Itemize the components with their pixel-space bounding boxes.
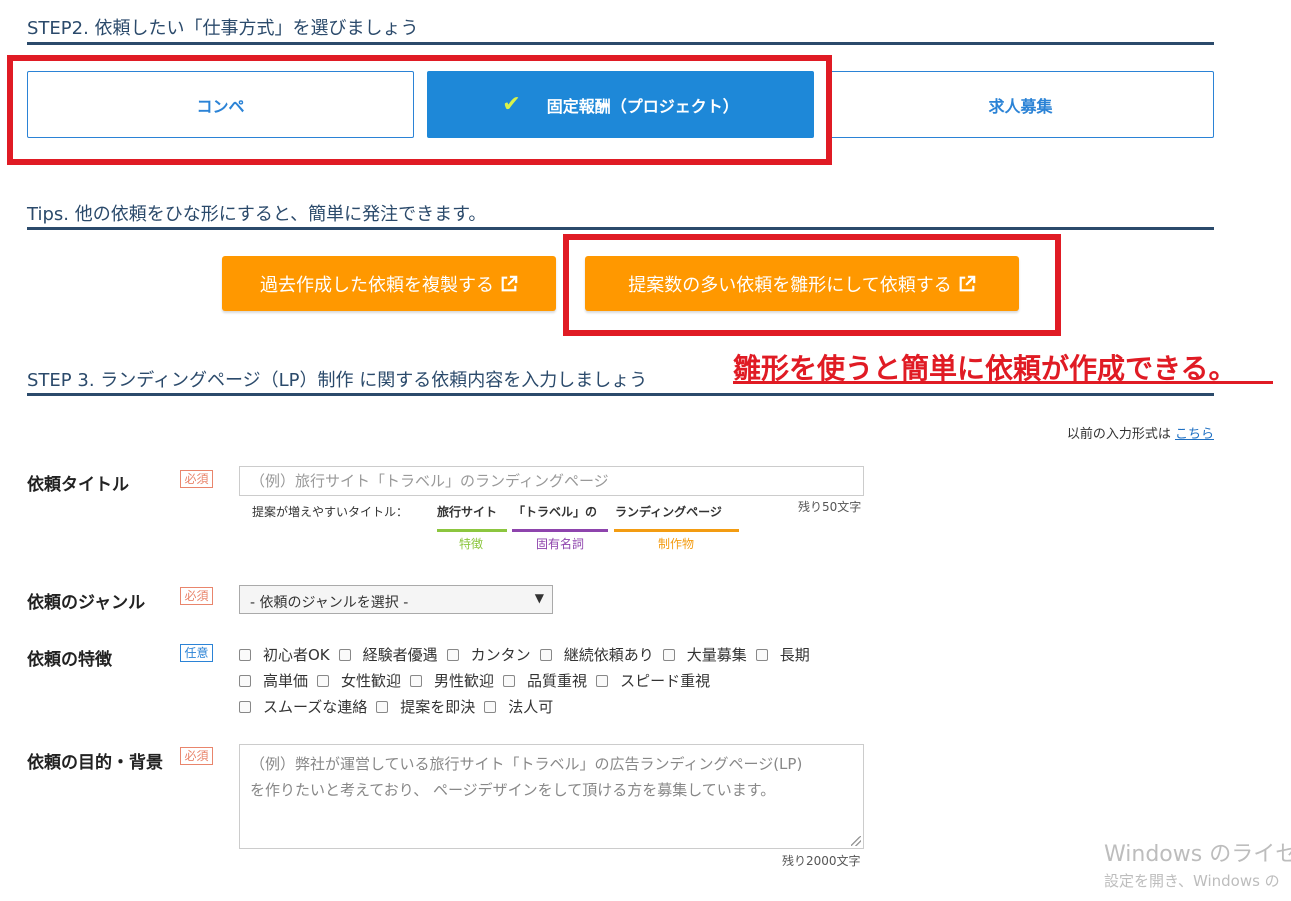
feature-checkbox-item[interactable]: 経験者優遇	[338, 644, 438, 665]
previous-format-link[interactable]: こちら	[1175, 427, 1214, 442]
optional-badge: 任意	[180, 644, 213, 662]
highlight-box-work-type	[7, 55, 832, 165]
purpose-textarea[interactable]: （例）弊社が運営している旅行サイト「トラベル」の広告ランディングページ(LP) …	[239, 744, 864, 849]
checkbox[interactable]	[484, 700, 497, 713]
checkbox[interactable]	[662, 648, 675, 661]
feature-checkbox-item[interactable]: 男性歓迎	[410, 670, 494, 691]
feature-label: 女性歓迎	[341, 672, 402, 690]
windows-watermark-line-1: Windows のライセ	[1104, 842, 1291, 867]
title-hint-lead: 提案が増えやすいタイトル：	[252, 505, 409, 519]
highlight-box-template	[563, 234, 1061, 336]
feature-checkbox-item[interactable]: 大量募集	[662, 644, 747, 665]
duplicate-past-request-button[interactable]: 過去作成した依頼を複製する	[222, 256, 556, 311]
checkbox[interactable]	[239, 700, 251, 713]
feature-checkbox-item[interactable]: 法人可	[484, 696, 553, 717]
features-row-3: スムーズな連絡 提案を即決 法人可	[239, 696, 562, 717]
windows-watermark-line-2: 設定を開き、Windows の	[1104, 872, 1280, 890]
hint-bar-product	[614, 529, 739, 532]
feature-label: スピード重視	[620, 672, 711, 690]
step2-divider	[27, 42, 1214, 45]
feature-label: 継続依頼あり	[563, 646, 654, 664]
option-recruit-button[interactable]: 求人募集	[827, 71, 1214, 138]
checkbox[interactable]	[410, 674, 423, 687]
feature-label: 初心者OK	[263, 646, 330, 664]
dropdown-arrow-icon: ▼	[534, 591, 544, 605]
step2-title: STEP2. 依頼したい「仕事方式」を選びましょう	[27, 18, 419, 39]
resize-handle-icon[interactable]	[851, 836, 861, 846]
hint-tag-product: 制作物	[658, 537, 695, 551]
feature-checkbox-item[interactable]: 品質重視	[503, 670, 587, 691]
feature-checkbox-item[interactable]: スピード重視	[596, 670, 710, 691]
feature-checkbox-item[interactable]: 提案を即決	[376, 696, 475, 717]
option-recruit-label: 求人募集	[988, 96, 1053, 116]
checkbox[interactable]	[239, 648, 251, 661]
checkbox[interactable]	[338, 648, 351, 661]
required-badge: 必須	[180, 470, 213, 488]
checkbox[interactable]	[539, 648, 552, 661]
checkbox[interactable]	[317, 674, 330, 687]
feature-label: 法人可	[508, 698, 554, 716]
genre-select[interactable]: - 依頼のジャンルを選択 - ▼	[239, 585, 553, 614]
step3-divider	[27, 393, 1214, 396]
feature-label: 長期	[779, 646, 810, 664]
purpose-char-counter: 残り2000文字	[782, 854, 861, 868]
features-row-1: 初心者OK 経験者優遇 カンタン 継続依頼あり 大量募集 長期	[239, 644, 819, 665]
genre-label: 依頼のジャンル	[27, 593, 146, 613]
required-badge: 必須	[180, 587, 213, 605]
purpose-label: 依頼の目的・背景	[27, 753, 163, 773]
feature-label: カンタン	[470, 646, 531, 664]
checkbox[interactable]	[755, 648, 768, 661]
title-char-counter: 残り50文字	[798, 500, 862, 514]
checkbox[interactable]	[376, 700, 389, 713]
tips-divider	[27, 227, 1214, 230]
hint-bar-proper-noun	[512, 529, 608, 532]
feature-checkbox-item[interactable]: スムーズな連絡	[239, 696, 367, 717]
feature-checkbox-item[interactable]: 初心者OK	[239, 644, 330, 665]
checkbox[interactable]	[596, 674, 609, 687]
feature-label: 提案を即決	[400, 698, 476, 716]
feature-label: スムーズな連絡	[263, 698, 368, 716]
annotation-underline	[733, 381, 1273, 384]
required-badge: 必須	[180, 747, 213, 765]
previous-format-note: 以前の入力形式は こちら	[1067, 423, 1214, 442]
request-title-label: 依頼タイトル	[27, 475, 129, 495]
previous-format-text: 以前の入力形式は	[1066, 427, 1171, 442]
external-link-icon	[501, 275, 518, 291]
feature-checkbox-item[interactable]: カンタン	[446, 644, 531, 665]
hint-part-proper-noun: 「トラベル」の	[513, 505, 598, 519]
purpose-placeholder-line-1: （例）弊社が運営している旅行サイト「トラベル」の広告ランディングページ(LP)	[250, 755, 803, 773]
hint-tag-feature: 特徴	[459, 537, 484, 551]
step3-title: STEP 3. ランディングページ（LP）制作 に関する依頼内容を入力しましょう	[27, 370, 648, 391]
features-row-2: 高単価 女性歓迎 男性歓迎 品質重視 スピード重視	[239, 670, 719, 691]
features-label: 依頼の特徴	[27, 650, 112, 670]
hint-bar-feature	[437, 529, 507, 532]
checkbox[interactable]	[503, 674, 516, 687]
checkbox[interactable]	[239, 674, 251, 687]
feature-checkbox-item[interactable]: 継続依頼あり	[539, 644, 654, 665]
feature-label: 品質重視	[527, 672, 588, 690]
request-title-input[interactable]	[239, 466, 864, 496]
genre-select-value: - 依頼のジャンルを選択 -	[250, 595, 409, 611]
duplicate-past-request-label: 過去作成した依頼を複製する	[260, 274, 494, 296]
feature-checkbox-item[interactable]: 高単価	[239, 670, 308, 691]
feature-label: 高単価	[263, 672, 309, 690]
purpose-placeholder-line-2: を作りたいと考えており、 ページデザインをして頂ける方を募集しています。	[250, 781, 776, 799]
feature-label: 男性歓迎	[434, 672, 495, 690]
tips-title: Tips. 他の依頼をひな形にすると、簡単に発注できます。	[27, 204, 487, 225]
hint-tag-proper-noun: 固有名詞	[536, 537, 585, 551]
feature-label: 経験者優遇	[362, 646, 438, 664]
checkbox[interactable]	[446, 648, 459, 661]
hint-part-feature: 旅行サイト	[437, 505, 498, 519]
hint-part-product: ランディングページ	[615, 505, 722, 519]
feature-checkbox-item[interactable]: 長期	[755, 644, 810, 665]
feature-label: 大量募集	[686, 646, 747, 664]
feature-checkbox-item[interactable]: 女性歓迎	[317, 670, 401, 691]
